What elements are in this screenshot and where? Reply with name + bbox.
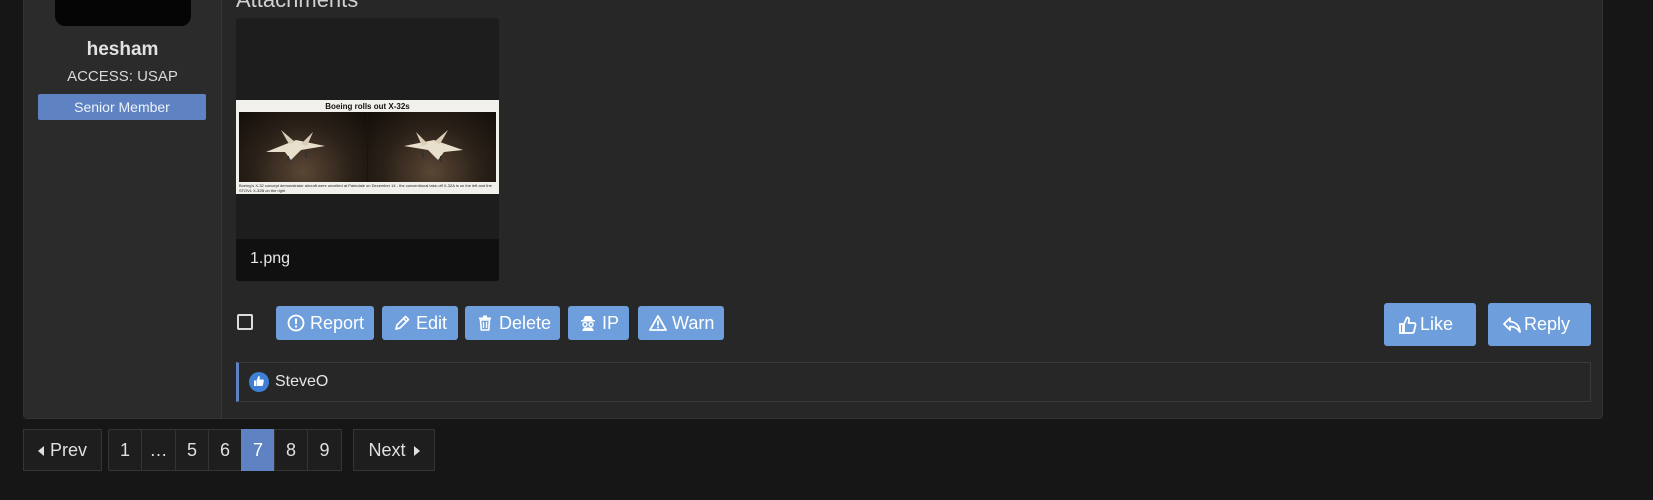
caret-left-icon [38, 446, 44, 456]
thumbnail-photo-right [368, 112, 496, 182]
edit-button[interactable]: Edit [382, 306, 458, 340]
report-label: Report [310, 313, 365, 333]
thumbnail-photo-left [239, 112, 367, 182]
jet-icon [266, 130, 325, 162]
like-label: Like [1420, 314, 1454, 334]
pencil-icon [395, 315, 410, 330]
thumbs-up-icon [254, 376, 264, 386]
attachment-name-bar: 1.png [236, 239, 499, 281]
attachment-thumbnail[interactable]: Boeing rolls out X-32s Boeing's X-32 con… [236, 100, 499, 194]
thumbnail-caption: Boeing's X-32 concept demonstrator aircr… [239, 183, 492, 193]
jet-icon [404, 130, 463, 162]
select-post-checkbox[interactable] [237, 314, 253, 330]
thumbs-up-icon [1399, 316, 1417, 334]
username-link[interactable]: hesham [24, 39, 221, 61]
message-post: hesham ACCESS: USAP Senior Member Attach… [23, 0, 1603, 419]
attachment-card[interactable]: Boeing rolls out X-32s Boeing's X-32 con… [236, 18, 499, 281]
edit-label: Edit [416, 313, 448, 333]
page-jump-ellipsis[interactable]: … [141, 429, 176, 471]
page-link-1[interactable]: 1 [108, 429, 142, 471]
thumbnail-title: Boeing rolls out X-32s [325, 102, 410, 111]
reply-icon [1503, 317, 1521, 333]
page-link-6[interactable]: 6 [208, 429, 242, 471]
report-icon [287, 314, 305, 332]
reply-button[interactable]: Reply [1488, 303, 1591, 346]
delete-button[interactable]: Delete [465, 306, 560, 340]
warn-label: Warn [672, 313, 715, 333]
report-button[interactable]: Report [276, 306, 374, 340]
page-link-8[interactable]: 8 [274, 429, 308, 471]
reply-label: Reply [1524, 314, 1571, 334]
likes-summary: SteveO [236, 362, 1591, 402]
pagination-prev-button[interactable]: Prev [23, 429, 102, 471]
pagination-next-button[interactable]: Next [353, 429, 435, 471]
caret-right-icon [414, 446, 420, 456]
thumbnail-photo [239, 112, 496, 182]
trash-icon [479, 315, 491, 331]
delete-label: Delete [499, 313, 552, 333]
prev-label: Prev [49, 440, 87, 460]
attachment-filename[interactable]: 1.png [250, 250, 290, 268]
page-link-current[interactable]: 7 [241, 429, 275, 471]
user-banner: Senior Member [38, 94, 206, 120]
page-link-9[interactable]: 9 [307, 429, 342, 471]
user-title: ACCESS: USAP [67, 68, 178, 85]
likes-user-link[interactable]: SteveO [275, 373, 328, 391]
like-button[interactable]: Like [1384, 303, 1476, 346]
like-reaction-icon [249, 372, 269, 392]
ip-button[interactable]: IP [568, 306, 629, 340]
spy-icon [581, 316, 595, 331]
warning-icon [649, 315, 667, 331]
page-link-5[interactable]: 5 [175, 429, 209, 471]
ip-label: IP [602, 313, 620, 333]
attachments-heading: Attachments [236, 0, 358, 12]
avatar[interactable] [55, 0, 191, 26]
message-user-cell: hesham ACCESS: USAP Senior Member [24, 0, 222, 418]
warn-button[interactable]: Warn [638, 306, 724, 340]
next-label: Next [368, 440, 406, 460]
message-main-cell: Attachments Boeing rolls out X-32s [222, 0, 1602, 418]
